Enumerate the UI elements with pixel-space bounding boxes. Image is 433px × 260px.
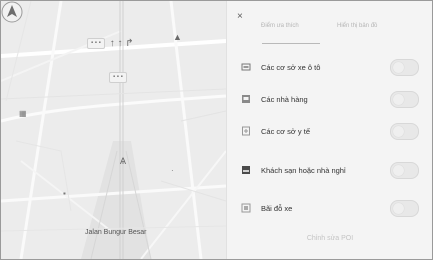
car-dealer-icon — [241, 62, 251, 72]
poi-label: Khách sạn hoặc nhà nghỉ — [261, 165, 346, 175]
active-tab-indicator — [262, 43, 320, 44]
lane-guidance: ▪ ▪ ▪ ↑ ↑ ↱ — [87, 38, 134, 49]
poi-row-medical[interactable]: Các cơ sở y tế — [227, 119, 432, 143]
poi-label: Các cơ sở y tế — [261, 126, 311, 136]
poi-toggle[interactable] — [390, 122, 419, 140]
poi-label: Bãi đỗ xe — [261, 203, 293, 213]
close-button[interactable]: × — [237, 11, 243, 22]
poi-row-parking[interactable]: Bãi đỗ xe — [227, 196, 432, 220]
lane-sign: ▪ ▪ ▪ — [87, 38, 105, 49]
poi-toggle[interactable] — [390, 90, 419, 108]
parking-icon — [241, 203, 251, 213]
lane-arrows: ↑ ↑ ↱ — [109, 38, 134, 49]
poi-row-restaurant[interactable]: Các nhà hàng — [227, 87, 432, 111]
poi-row-car[interactable]: Các cơ sở xe ô tô — [227, 55, 432, 79]
poi-label: Các nhà hàng — [261, 94, 308, 104]
navigation-screen: ▪ ▪ ▪ ↑ ↑ ↱ ▲ ▪ ▪ ▪ ▦ ▪ · Ѧ Jalan Bungur… — [0, 0, 433, 260]
poi-toggle[interactable] — [390, 58, 419, 76]
poi-marker-icon: · — [171, 166, 174, 175]
poi-label: Các cơ sở xe ô tô — [261, 62, 321, 72]
current-position-icon — [1, 1, 23, 23]
poi-marker-icon: ▦ — [19, 109, 27, 118]
poi-row-hotel[interactable]: Khách sạn hoặc nhà nghỉ — [227, 158, 432, 182]
street-name: Jalan Bungur Besar — [85, 229, 147, 236]
hotel-icon — [241, 165, 251, 175]
poi-settings-panel: × Điểm ưa thích Hiển thị bản đồ Các cơ s… — [226, 1, 432, 259]
poi-toggle[interactable] — [390, 161, 419, 179]
edit-poi-button[interactable]: Chỉnh sửa POI — [227, 235, 432, 242]
tab-map-display[interactable]: Hiển thị bản đồ — [337, 23, 377, 29]
map-view[interactable]: ▪ ▪ ▪ ↑ ↑ ↱ ▲ ▪ ▪ ▪ ▦ ▪ · Ѧ Jalan Bungur… — [1, 1, 226, 259]
tab-poi[interactable]: Điểm ưa thích — [261, 23, 299, 29]
poi-marker-icon: ▪ — [63, 189, 66, 198]
restaurant-icon — [241, 94, 251, 104]
medical-icon — [241, 126, 251, 136]
road-sign-label: ▪ ▪ ▪ — [109, 72, 127, 83]
camera-icon: ▲ — [173, 32, 182, 42]
road-sign: ▪ ▪ ▪ — [109, 65, 127, 83]
fork-icon: Ѧ — [120, 156, 127, 166]
poi-toggle[interactable] — [390, 199, 419, 217]
